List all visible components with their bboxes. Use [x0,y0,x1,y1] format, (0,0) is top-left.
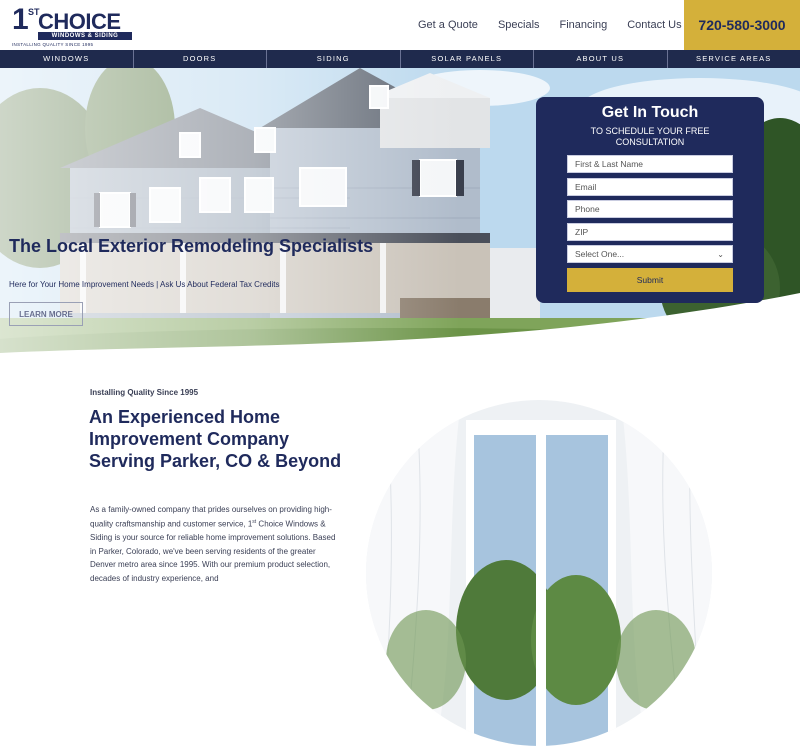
nav-solar-panels[interactable]: SOLAR PANELS [401,50,535,68]
submit-button[interactable]: Submit [567,268,733,292]
main-nav: WINDOWS DOORS SIDING SOLAR PANELS ABOUT … [0,50,800,68]
logo-number: 1 [12,5,28,35]
hero-title: The Local Exterior Remodeling Specialist… [9,236,389,256]
nav-windows[interactable]: WINDOWS [0,50,134,68]
paragraph-text-end: Choice Windows & Siding is your source f… [90,520,335,583]
phone-field[interactable]: Phone [567,200,733,218]
company-logo[interactable]: 1 ST CHOICE WINDOWS & SIDING INSTALLING … [12,5,132,47]
top-nav: Get a Quote Specials Financing Contact U… [398,0,682,50]
select-value: Select One... [575,249,624,259]
contact-form: Get In Touch TO SCHEDULE YOUR FREE CONSU… [536,97,764,303]
logo-tagline: INSTALLING QUALITY SINCE 1995 [12,42,132,47]
nav-siding[interactable]: SIDING [267,50,401,68]
nav-service-areas[interactable]: SERVICE AREAS [668,50,800,68]
section-paragraph: As a family-owned company that prides ou… [90,503,340,585]
phone-button[interactable]: 720-580-3000 [684,0,800,50]
zip-field[interactable]: ZIP [567,223,733,241]
top-nav-get-a-quote[interactable]: Get a Quote [418,19,478,31]
nav-about-us[interactable]: ABOUT US [534,50,668,68]
section-eyebrow: Installing Quality Since 1995 [90,388,198,397]
name-field[interactable]: First & Last Name [567,155,733,173]
top-nav-financing[interactable]: Financing [560,19,608,31]
form-title: Get In Touch [536,104,764,122]
window-image [366,400,712,746]
top-nav-specials[interactable]: Specials [498,19,540,31]
top-nav-contact-us[interactable]: Contact Us [627,19,681,31]
logo-subtitle: WINDOWS & SIDING [38,32,132,40]
logo-name: CHOICE [38,11,121,33]
window-illustration [366,400,712,746]
site-header: 1 ST CHOICE WINDOWS & SIDING INSTALLING … [0,0,800,50]
chevron-down-icon: ⌄ [717,247,724,263]
form-subtitle: TO SCHEDULE YOUR FREE CONSULTATION [556,126,744,148]
section-heading: An Experienced Home Improvement Company … [89,406,349,472]
learn-more-button[interactable]: LEARN MORE [9,302,83,326]
nav-doors[interactable]: DOORS [134,50,268,68]
hero-tagline: Here for Your Home Improvement Needs | A… [9,280,280,289]
email-field[interactable]: Email [567,178,733,196]
service-select[interactable]: Select One... ⌄ [567,245,733,263]
